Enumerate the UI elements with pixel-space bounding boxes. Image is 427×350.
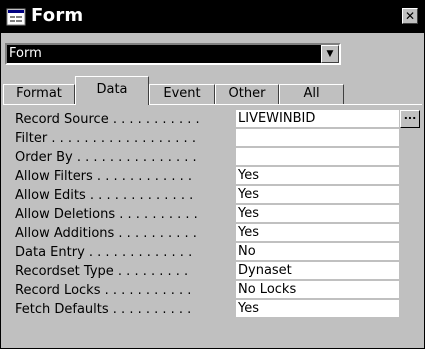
property-row-filter: Filter . . . . . . . . . . . . . . . . .… bbox=[3, 129, 403, 148]
title-bar[interactable]: Form ✕ bbox=[1, 1, 424, 33]
form-icon bbox=[6, 8, 26, 26]
data-entry-field[interactable]: No bbox=[236, 243, 399, 261]
allow-additions-field[interactable]: Yes bbox=[236, 224, 399, 242]
tab-event[interactable]: Event bbox=[149, 84, 215, 104]
object-selector-dropdown[interactable]: Form ▼ bbox=[5, 43, 341, 65]
build-button[interactable]: ... bbox=[400, 110, 420, 128]
property-label: Data Entry . . . . . . . . . . . . . bbox=[15, 245, 193, 260]
record-source-field[interactable]: LIVEWINBID bbox=[236, 110, 399, 128]
property-label: Allow Filters . . . . . . . . . . . . bbox=[15, 169, 192, 184]
tab-label: Event bbox=[163, 86, 201, 101]
order-by-field[interactable] bbox=[236, 148, 399, 166]
recordset-type-field[interactable]: Dynaset bbox=[236, 262, 399, 280]
property-sheet-window: Form ✕ Form ▼ Format Data Event Other Al… bbox=[0, 0, 425, 349]
property-row-allow-filters: Allow Filters . . . . . . . . . . . . Ye… bbox=[3, 167, 403, 186]
property-row-data-entry: Data Entry . . . . . . . . . . . . . No bbox=[3, 243, 403, 262]
allow-edits-field[interactable]: Yes bbox=[236, 186, 399, 204]
close-button[interactable]: ✕ bbox=[402, 8, 418, 24]
tab-label: Format bbox=[16, 86, 62, 101]
property-row-order-by: Order By . . . . . . . . . . . . . . . bbox=[3, 148, 403, 167]
tab-label: Other bbox=[228, 86, 266, 101]
allow-deletions-field[interactable]: Yes bbox=[236, 205, 399, 223]
fetch-defaults-field[interactable]: Yes bbox=[236, 300, 399, 318]
property-row-record-locks: Record Locks . . . . . . . . . . . No Lo… bbox=[3, 281, 403, 300]
property-label: Recordset Type . . . . . . . . . bbox=[15, 264, 189, 279]
property-row-allow-additions: Allow Additions . . . . . . . . . . Yes bbox=[3, 224, 403, 243]
chevron-down-icon: ▼ bbox=[326, 49, 334, 59]
tab-all[interactable]: All bbox=[279, 84, 344, 104]
property-row-recordset-type: Recordset Type . . . . . . . . . Dynaset bbox=[3, 262, 403, 281]
property-row-allow-edits: Allow Edits . . . . . . . . . . . . . Ye… bbox=[3, 186, 403, 205]
tab-strip: Format Data Event Other All bbox=[3, 76, 423, 105]
property-label: Record Source . . . . . . . . . . . bbox=[15, 112, 200, 127]
tab-label: All bbox=[303, 86, 320, 101]
property-label: Allow Additions . . . . . . . . . . bbox=[15, 226, 197, 241]
tab-other[interactable]: Other bbox=[215, 84, 279, 104]
close-icon: ✕ bbox=[404, 9, 416, 23]
window-title: Form bbox=[31, 5, 84, 26]
data-properties-panel: Record Source . . . . . . . . . . . LIVE… bbox=[3, 104, 422, 345]
tab-format[interactable]: Format bbox=[3, 84, 75, 104]
property-row-allow-deletions: Allow Deletions . . . . . . . . . . Yes bbox=[3, 205, 403, 224]
dropdown-arrow-button[interactable]: ▼ bbox=[321, 45, 339, 63]
allow-filters-field[interactable]: Yes bbox=[236, 167, 399, 185]
filter-field[interactable] bbox=[236, 129, 399, 147]
property-row-record-source: Record Source . . . . . . . . . . . LIVE… bbox=[3, 110, 420, 129]
tab-label: Data bbox=[96, 82, 128, 97]
ellipsis-icon: ... bbox=[403, 109, 417, 122]
tab-data[interactable]: Data bbox=[75, 76, 149, 105]
property-label: Allow Edits . . . . . . . . . . . . . bbox=[15, 188, 194, 203]
property-label: Allow Deletions . . . . . . . . . . bbox=[15, 207, 198, 222]
property-label: Fetch Defaults . . . . . . . . . . bbox=[15, 302, 192, 317]
object-selector-value: Form bbox=[9, 46, 42, 61]
property-row-fetch-defaults: Fetch Defaults . . . . . . . . . . Yes bbox=[3, 300, 403, 319]
property-label: Order By . . . . . . . . . . . . . . . bbox=[15, 150, 197, 165]
record-locks-field[interactable]: No Locks bbox=[236, 281, 399, 299]
property-label: Filter . . . . . . . . . . . . . . . . .… bbox=[15, 131, 196, 146]
property-label: Record Locks . . . . . . . . . . . bbox=[15, 283, 192, 298]
